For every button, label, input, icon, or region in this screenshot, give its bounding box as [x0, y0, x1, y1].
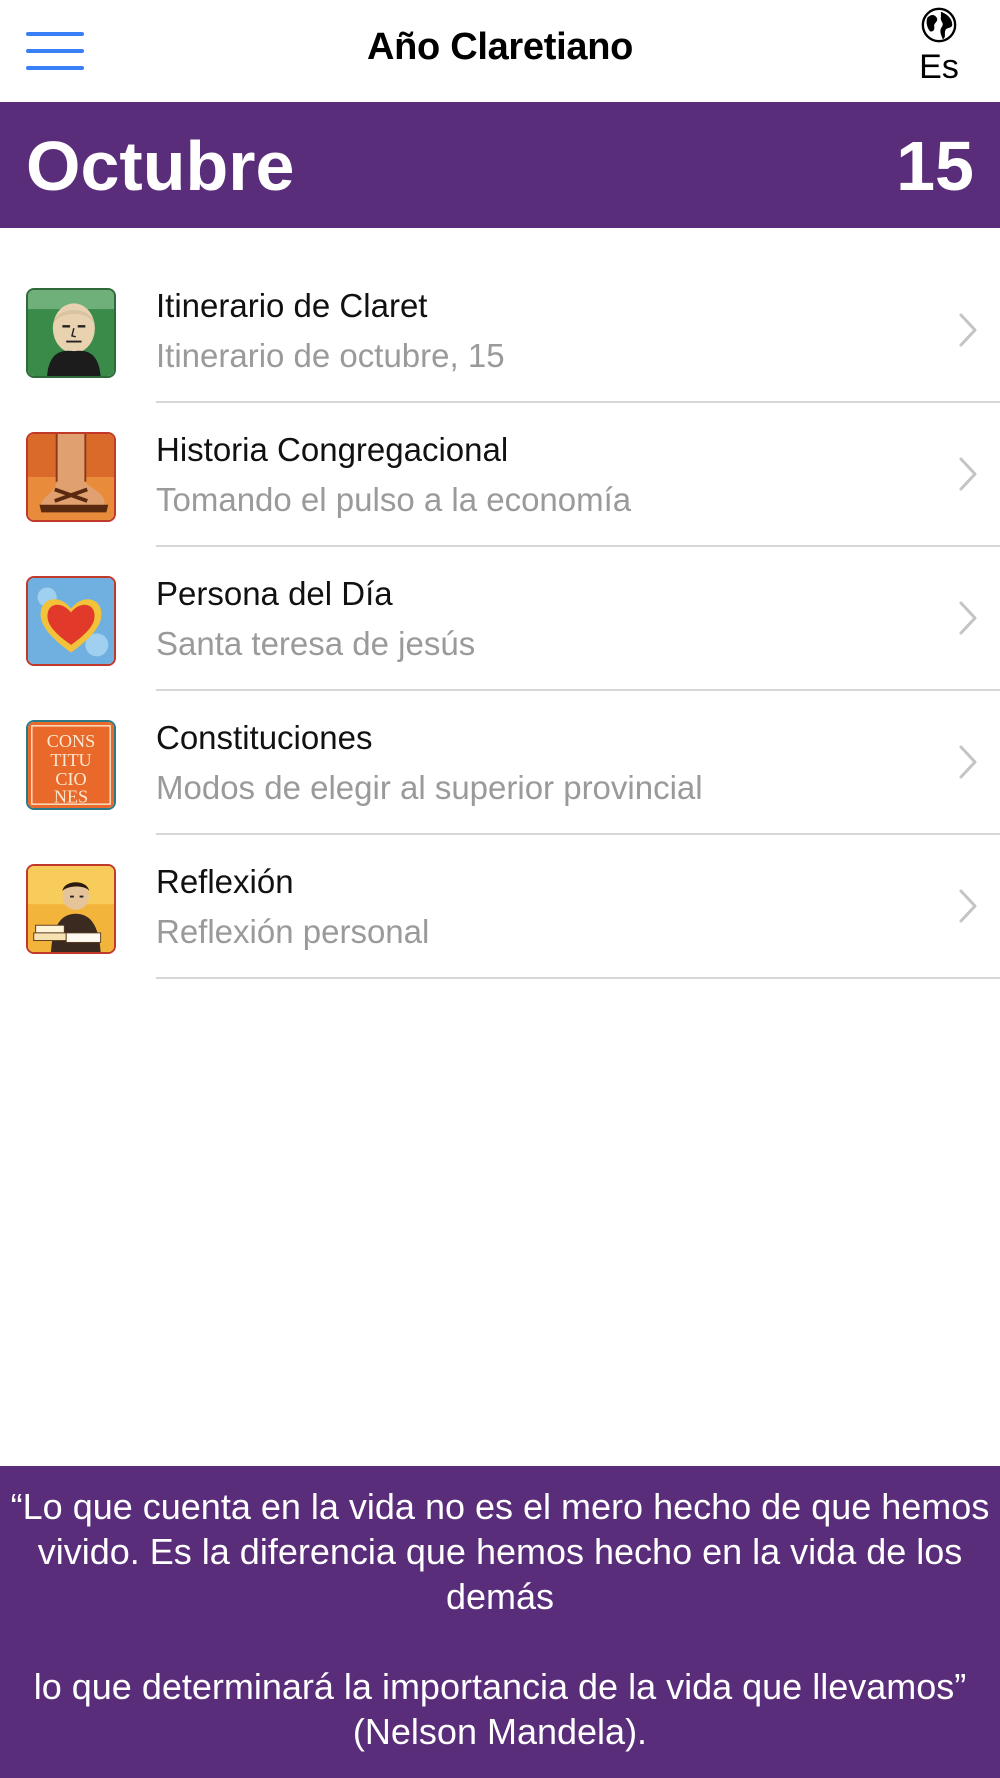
app-title: Año Claretiano	[366, 26, 634, 68]
day-number: 15	[896, 127, 974, 205]
chevron-right-icon	[959, 313, 977, 347]
language-selector[interactable]: Es	[904, 6, 974, 87]
heart-icon	[26, 576, 116, 666]
list-item-constituciones[interactable]: CONS TITU CIO NES Constituciones Modos d…	[0, 660, 1000, 835]
list-item-subtitle: Santa teresa de jesús	[156, 625, 476, 662]
chevron-right-icon	[959, 889, 977, 923]
chevron-right-icon	[959, 601, 977, 635]
globe-icon	[921, 7, 957, 43]
app-screen: Año Claretiano Es Octubre 15 Itinerario …	[0, 0, 1000, 1778]
date-header: Octubre 15	[0, 102, 1000, 228]
list-item-title: Historia Congregacional	[156, 431, 509, 468]
constituciones-icon: CONS TITU CIO NES	[26, 720, 116, 810]
svg-text:TITU: TITU	[50, 750, 91, 770]
chevron-right-icon	[959, 745, 977, 779]
list-item-title: Persona del Día	[156, 575, 393, 612]
chevron-right-icon	[959, 457, 977, 491]
claret-portrait-icon	[26, 288, 116, 378]
sandal-foot-icon	[26, 432, 116, 522]
list-item-reflexion[interactable]: Reflexión Reflexión personal	[0, 804, 1000, 979]
list-item-persona[interactable]: Persona del Día Santa teresa de jesús	[0, 516, 1000, 691]
list-item-historia[interactable]: Historia Congregacional Tomando el pulso…	[0, 372, 1000, 547]
list-item-subtitle: Itinerario de octubre, 15	[156, 337, 505, 374]
list-item-itinerario[interactable]: Itinerario de Claret Itinerario de octub…	[0, 228, 1000, 403]
row-divider	[156, 977, 1000, 979]
language-label: Es	[919, 48, 959, 86]
list-item-title: Constituciones	[156, 719, 373, 756]
quote-paragraph-1: “Lo que cuenta en la vida no es el mero …	[10, 1486, 990, 1617]
navigation-bar: Año Claretiano Es	[0, 0, 1000, 102]
svg-text:CONS: CONS	[47, 731, 95, 751]
daily-quote-banner: “Lo que cuenta en la vida no es el mero …	[0, 1466, 1000, 1778]
list-item-subtitle: Reflexión personal	[156, 913, 430, 950]
list-item-title: Itinerario de Claret	[156, 287, 428, 324]
sections-list: Itinerario de Claret Itinerario de octub…	[0, 228, 1000, 979]
list-item-title: Reflexión	[156, 863, 294, 900]
reading-person-icon	[26, 864, 116, 954]
list-item-subtitle: Tomando el pulso a la economía	[156, 481, 632, 518]
list-item-subtitle: Modos de elegir al superior provincial	[156, 769, 703, 806]
quote-paragraph-2: lo que determinará la importancia de la …	[33, 1666, 967, 1752]
month-label: Octubre	[26, 127, 295, 205]
hamburger-menu-icon[interactable]	[26, 32, 84, 70]
